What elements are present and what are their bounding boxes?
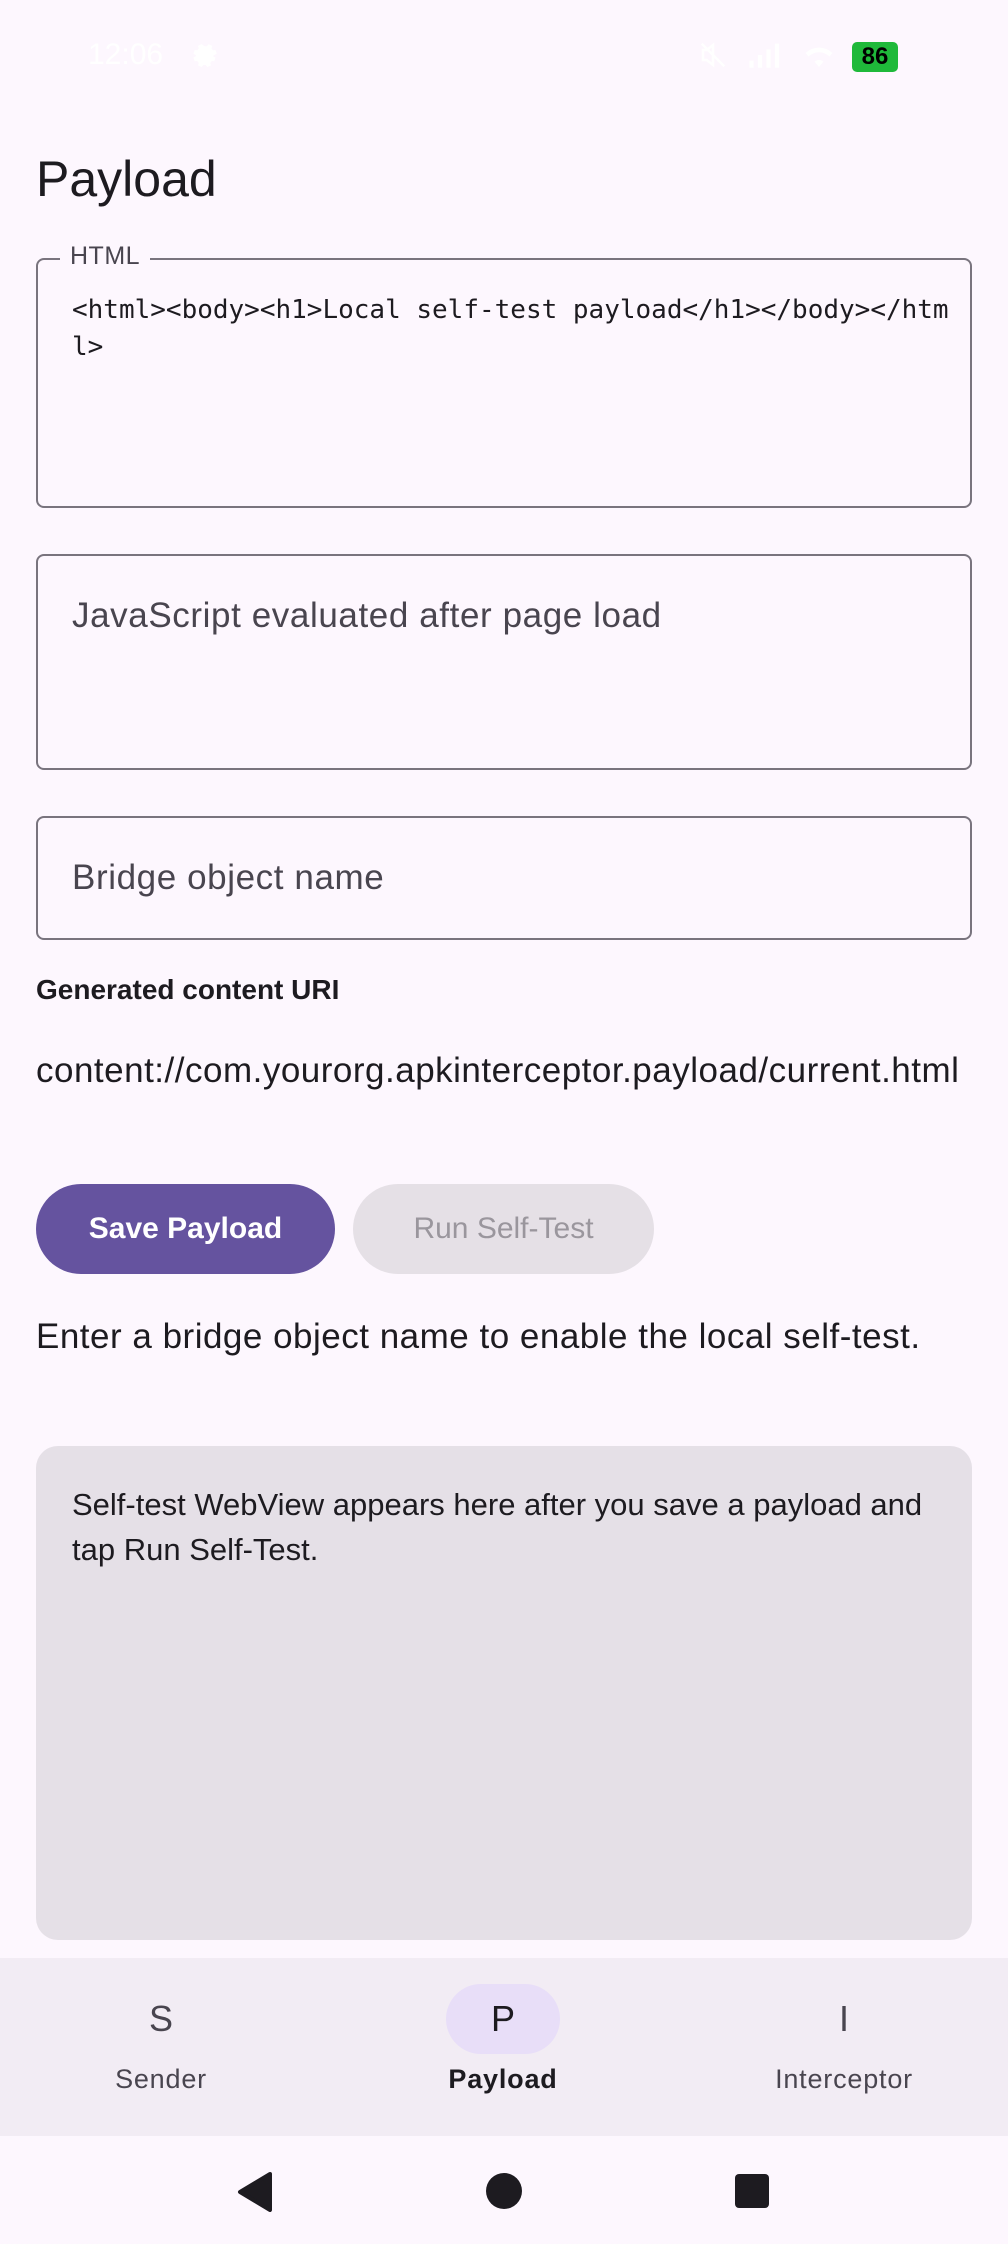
sender-icon: S: [148, 1998, 173, 2039]
recents-icon[interactable]: [734, 2173, 770, 2209]
mute-icon: [698, 40, 728, 70]
run-self-test-button[interactable]: Run Self-Test: [353, 1184, 654, 1274]
bridge-name-placeholder: Bridge object name: [72, 858, 385, 897]
signal-icon: [748, 40, 782, 70]
status-time: 12:06: [88, 38, 164, 71]
javascript-field-placeholder: JavaScript evaluated after page load: [72, 596, 662, 635]
nav-item-payload[interactable]: P Payload: [403, 1958, 603, 2136]
nav-item-sender[interactable]: S Sender: [61, 1958, 261, 2136]
back-icon[interactable]: [236, 2172, 274, 2212]
interceptor-icon: I: [838, 1998, 849, 2039]
nav-label-payload: Payload: [448, 2064, 558, 2094]
system-navigation-bar: [0, 2136, 1008, 2244]
nav-label-sender: Sender: [115, 2064, 207, 2094]
html-field-value[interactable]: <html><body><h1>Local self-test payload<…: [72, 292, 952, 366]
wifi-icon: [800, 40, 838, 70]
page-title: Payload: [36, 151, 217, 207]
javascript-field[interactable]: [36, 554, 972, 770]
save-payload-button[interactable]: Save Payload: [36, 1184, 335, 1274]
self-test-hint: Enter a bridge object name to enable the…: [36, 1317, 921, 1356]
uri-value: content://com.yourorg.apkinterceptor.pay…: [36, 1051, 960, 1090]
webview-placeholder-text: Self-test WebView appears here after you…: [72, 1487, 923, 1567]
home-icon[interactable]: [485, 2172, 523, 2210]
nav-label-interceptor: Interceptor: [775, 2064, 913, 2094]
html-field-label: HTML: [60, 242, 151, 271]
payload-icon: P: [446, 1984, 560, 2054]
nav-item-interceptor[interactable]: I Interceptor: [744, 1958, 944, 2136]
battery-icon: 86: [852, 42, 898, 72]
gear-icon: [188, 40, 218, 70]
uri-label: Generated content URI: [36, 974, 340, 1005]
